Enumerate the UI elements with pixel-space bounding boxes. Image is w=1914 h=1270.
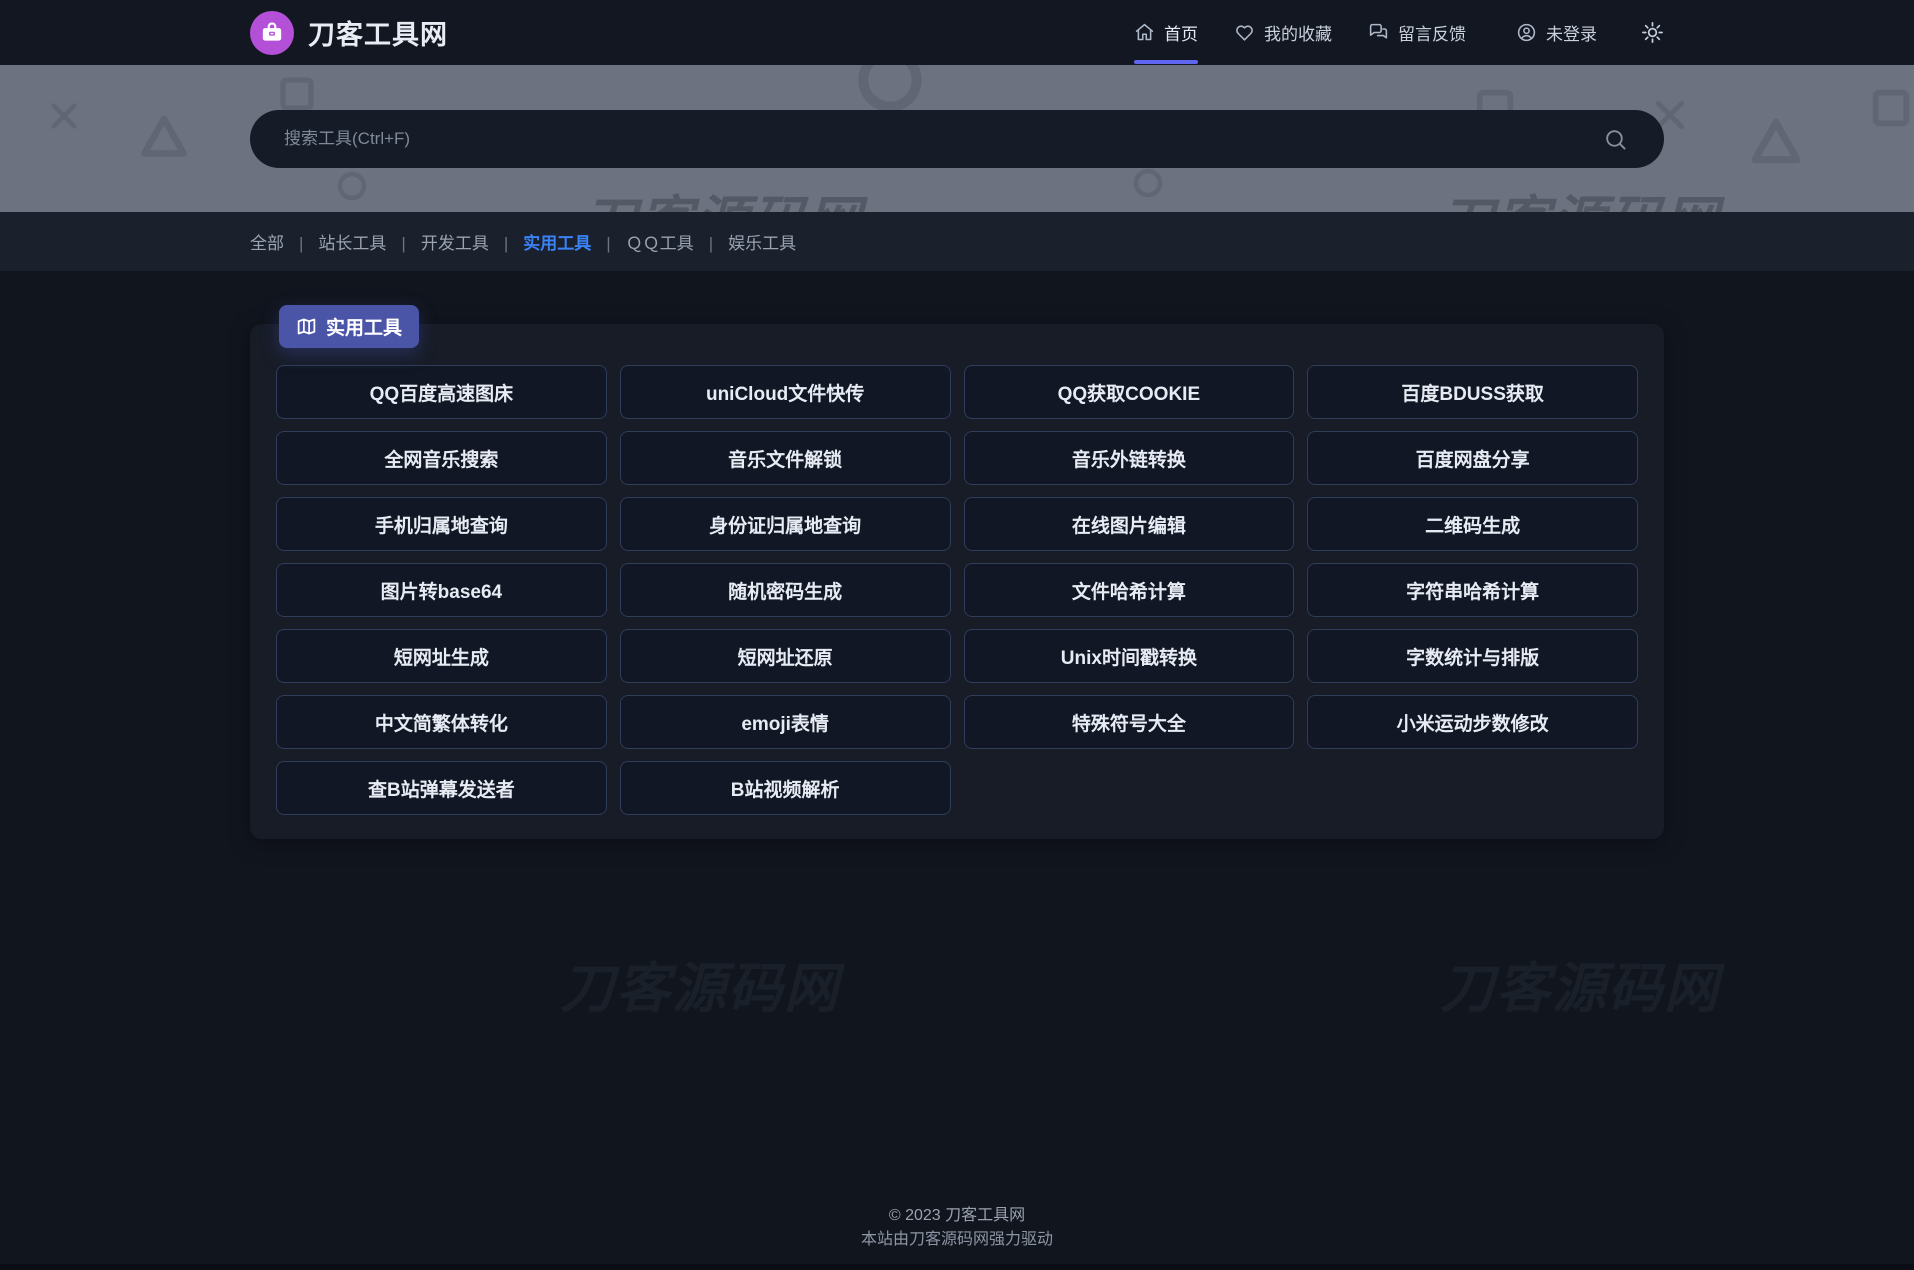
body-watermark: 刀客源码网 — [1440, 944, 1720, 1023]
bottom-edge — [0, 1264, 1914, 1270]
tool-button[interactable]: 短网址生成 — [276, 629, 607, 683]
home-icon — [1134, 22, 1155, 43]
category-tab[interactable]: 开发工具 — [386, 229, 488, 254]
hero-banner: 刀客源码网 刀客源码网 — [0, 65, 1914, 212]
decor-circle-icon — [1130, 165, 1166, 201]
decor-triangle-icon — [1748, 113, 1804, 169]
category-tab[interactable]: 站长工具 — [284, 229, 386, 254]
tool-button[interactable]: QQ获取COOKIE — [964, 365, 1295, 419]
tool-button[interactable]: 身份证归属地查询 — [620, 497, 951, 551]
tool-button[interactable]: Unix时间戳转换 — [964, 629, 1295, 683]
search-bar — [250, 110, 1664, 168]
tool-button[interactable]: 全网音乐搜索 — [276, 431, 607, 485]
decor-x-icon — [46, 98, 82, 134]
banner-watermark: 刀客源码网 — [583, 177, 863, 212]
tool-button[interactable]: 百度BDUSS获取 — [1307, 365, 1638, 419]
body-watermark: 刀客源码网 — [560, 944, 840, 1023]
tool-button[interactable]: 图片转base64 — [276, 563, 607, 617]
tool-button[interactable]: 特殊符号大全 — [964, 695, 1295, 749]
category-tabs: 全部站长工具开发工具实用工具ＱＱ工具娱乐工具 — [250, 212, 1664, 271]
tools-card: 实用工具 QQ百度高速图床uniCloud文件快传QQ获取COOKIE百度BDU… — [250, 324, 1664, 839]
tool-button[interactable]: 百度网盘分享 — [1307, 431, 1638, 485]
category-tab[interactable]: ＱＱ工具 — [591, 229, 693, 254]
nav-item-label: 首页 — [1164, 20, 1198, 45]
main-content: 实用工具 QQ百度高速图床uniCloud文件快传QQ获取COOKIE百度BDU… — [250, 324, 1664, 839]
tool-button[interactable]: 随机密码生成 — [620, 563, 951, 617]
decor-square-icon — [276, 73, 318, 115]
brand[interactable]: 刀客工具网 — [250, 11, 448, 55]
tool-button[interactable]: 文件哈希计算 — [964, 563, 1295, 617]
tool-button[interactable]: 二维码生成 — [1307, 497, 1638, 551]
tool-button[interactable]: B站视频解析 — [620, 761, 951, 815]
tool-button[interactable]: 音乐文件解锁 — [620, 431, 951, 485]
site-title: 刀客工具网 — [308, 13, 448, 52]
heart-icon — [1234, 22, 1255, 43]
tool-button[interactable]: 音乐外链转换 — [964, 431, 1295, 485]
nav-item-label: 未登录 — [1546, 20, 1597, 45]
search-icon — [1603, 127, 1628, 152]
nav-item-login[interactable]: 未登录 — [1516, 0, 1597, 65]
user-circle-icon — [1516, 22, 1537, 43]
theme-toggle-button[interactable] — [1641, 21, 1664, 44]
powered-by-text: 本站由刀客源码网强力驱动 — [0, 1228, 1914, 1252]
tool-button[interactable]: 字符串哈希计算 — [1307, 563, 1638, 617]
footer: © 2023 刀客工具网 本站由刀客源码网强力驱动 — [0, 1204, 1914, 1264]
tool-button[interactable]: QQ百度高速图床 — [276, 365, 607, 419]
page: 刀客工具网 首页 我的收藏 留言反馈 未登录 — [0, 0, 1914, 1270]
nav-item-home[interactable]: 首页 — [1134, 0, 1198, 65]
tool-button[interactable]: uniCloud文件快传 — [620, 365, 951, 419]
copyright-text: © 2023 刀客工具网 — [0, 1204, 1914, 1228]
tool-button[interactable]: 字数统计与排版 — [1307, 629, 1638, 683]
decor-square-icon — [1868, 85, 1914, 131]
top-nav: 刀客工具网 首页 我的收藏 留言反馈 未登录 — [0, 0, 1914, 65]
feedback-bubbles-icon — [1368, 22, 1389, 43]
banner-watermark: 刀客源码网 — [1440, 177, 1720, 212]
nav-item-label: 我的收藏 — [1264, 20, 1332, 45]
sun-icon — [1641, 21, 1664, 44]
nav-item-feedback[interactable]: 留言反馈 — [1368, 0, 1466, 65]
decor-triangle-icon — [138, 110, 190, 162]
map-icon — [296, 316, 317, 337]
tool-button[interactable]: 短网址还原 — [620, 629, 951, 683]
tool-button[interactable]: 在线图片编辑 — [964, 497, 1295, 551]
nav-menu: 首页 我的收藏 留言反馈 未登录 — [1134, 0, 1664, 65]
toolbox-icon — [250, 11, 294, 55]
tool-button[interactable]: emoji表情 — [620, 695, 951, 749]
search-button[interactable] — [1597, 127, 1634, 152]
category-tab[interactable]: 实用工具 — [489, 229, 591, 254]
section-badge-label: 实用工具 — [326, 313, 402, 340]
nav-item-label: 留言反馈 — [1398, 20, 1466, 45]
category-tabs-bar: 全部站长工具开发工具实用工具ＱＱ工具娱乐工具 — [0, 212, 1914, 271]
search-input[interactable] — [284, 129, 1597, 149]
tool-button[interactable]: 查B站弹幕发送者 — [276, 761, 607, 815]
category-tab[interactable]: 全部 — [250, 229, 284, 254]
category-tab[interactable]: 娱乐工具 — [694, 229, 796, 254]
tool-button[interactable]: 手机归属地查询 — [276, 497, 607, 551]
tool-button[interactable]: 小米运动步数修改 — [1307, 695, 1638, 749]
decor-circle-icon — [334, 168, 370, 204]
nav-item-favorites[interactable]: 我的收藏 — [1234, 0, 1332, 65]
tools-grid: QQ百度高速图床uniCloud文件快传QQ获取COOKIE百度BDUSS获取全… — [276, 365, 1638, 815]
section-badge: 实用工具 — [279, 305, 419, 348]
tool-button[interactable]: 中文简繁体转化 — [276, 695, 607, 749]
